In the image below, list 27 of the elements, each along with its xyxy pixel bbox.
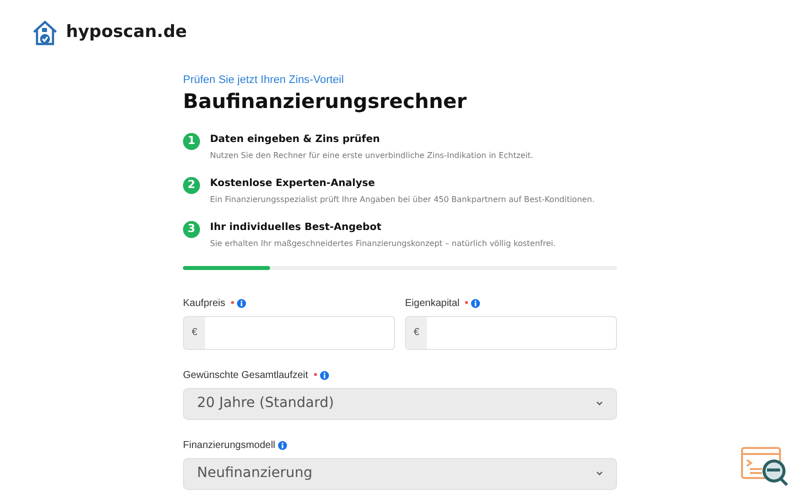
info-icon[interactable] xyxy=(237,299,246,308)
info-icon[interactable] xyxy=(278,441,288,450)
house-check-icon xyxy=(32,20,58,46)
chevron-down-icon xyxy=(596,401,603,406)
logo-text[interactable]: hyposcan.de xyxy=(66,20,187,46)
step-description: Ein Finanzierungsspezialist prüft Ihre Angaben bei über 450 Bankpartnern auf Best-Konditionen. xyxy=(210,194,595,206)
amount-field[interactable]: € xyxy=(405,316,617,350)
info-icon[interactable] xyxy=(320,371,330,380)
step-number: 3 xyxy=(183,220,200,238)
step-description: Nutzen Sie den Rechner für eine erste unverbindliche Zins-Indikation in Echtzeit. xyxy=(210,150,534,162)
step-number: 1 xyxy=(183,132,200,150)
field-label: Kaufpreis xyxy=(183,297,226,311)
info-icon[interactable] xyxy=(471,299,480,308)
page-title: Baufinanzierungsrechner xyxy=(183,88,468,114)
step-number: 2 xyxy=(183,176,200,194)
field-label: Finanzierungsmodell xyxy=(183,439,276,453)
select-dropdown[interactable]: Neufinanzierung xyxy=(183,458,617,490)
step-title: Daten eingeben & Zins prüfen xyxy=(210,132,381,146)
field-label: Eigenkapital xyxy=(405,297,460,311)
chevron-down-icon xyxy=(596,471,603,476)
step-title: Kostenlose Experten-Analyse xyxy=(210,176,376,190)
field-label: Gewünschte Gesamtlaufzeit xyxy=(183,369,308,383)
amount-field[interactable]: € xyxy=(183,316,395,350)
select-dropdown[interactable]: 20 Jahre (Standard) xyxy=(183,388,617,420)
eyebrow-text: Prüfen Sie jetzt Ihren Zins-Vorteil xyxy=(183,73,345,88)
step-description: Sie erhalten Ihr maßgeschneidertes Finanzierungskonzept – natürlich völlig kostenfrei. xyxy=(210,238,556,250)
step-title: Ihr individuelles Best-Angebot xyxy=(210,220,382,234)
